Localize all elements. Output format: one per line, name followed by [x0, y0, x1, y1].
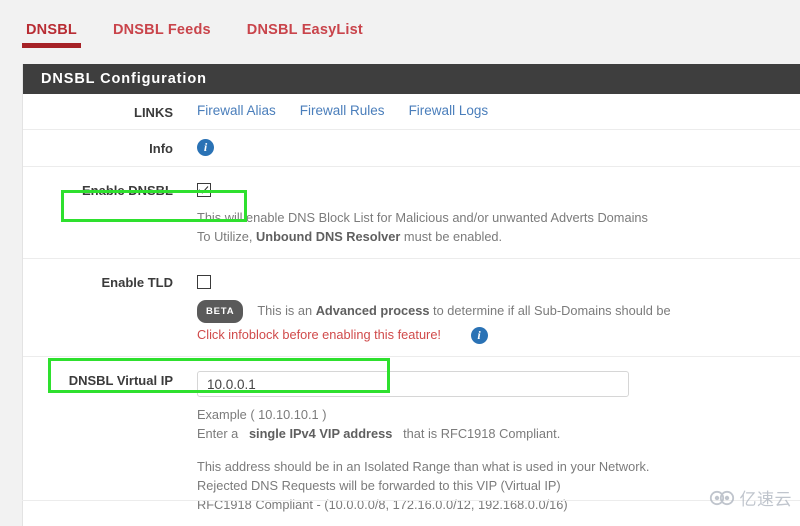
tab-list: DNSBL DNSBL Feeds DNSBL EasyList [22, 22, 399, 48]
tab-dnsbl-easylist-label: DNSBL EasyList [246, 22, 363, 38]
watermark: 亿速云 [709, 485, 793, 510]
virtual-ip-note-1-text: This address should be in an Isolated Ra… [197, 459, 650, 475]
virtual-ip-help-enter-b: single IPv4 VIP address [248, 426, 393, 442]
virtual-ip-note-1: This address should be in an Isolated Ra… [197, 457, 800, 476]
enable-dnsbl-checkbox[interactable] [197, 182, 211, 197]
enable-dnsbl-help-text-2a: To Utilize, [197, 229, 257, 244]
enable-tld-help-text-a: This is an [257, 302, 316, 318]
enable-tld-warning-text: Click infoblock before enabling this fea… [197, 327, 441, 342]
info-circle-icon[interactable]: i [197, 139, 214, 157]
link-firewall-logs[interactable]: Firewall Logs [409, 103, 489, 118]
enable-tld-checkbox[interactable] [197, 274, 211, 289]
enable-dnsbl-help-text-2c: must be enabled. [400, 229, 503, 244]
virtual-ip-help-enter: Enter a single IPv4 VIP address that is … [197, 424, 800, 443]
dnsbl-virtual-ip-input[interactable] [197, 371, 629, 398]
enable-dnsbl-help-text-2b: Unbound DNS Resolver [256, 229, 401, 244]
link-firewall-alias[interactable]: Firewall Alias [197, 103, 276, 118]
panel-header: DNSBL Configuration [23, 64, 800, 94]
link-firewall-rules[interactable]: Firewall Rules [300, 103, 385, 118]
dnsbl-virtual-ip-label: DNSBL Virtual IP [68, 373, 173, 389]
virtual-ip-note-2-text: Rejected DNS Requests will be forwarded … [197, 478, 561, 494]
row-enable-dnsbl: Enable DNSBL This will enable DNS Block … [23, 167, 800, 259]
tab-dnsbl-feeds[interactable]: DNSBL Feeds [113, 22, 211, 48]
virtual-ip-help-enter-c: that is RFC1918 Compliant. [403, 426, 561, 442]
enable-tld-label: Enable TLD [101, 275, 173, 290]
virtual-ip-help-example: Example ( 10.10.10.1 ) [197, 405, 800, 424]
enable-tld-help-text-c: to determine if all Sub-Domains should b… [429, 302, 671, 318]
enable-tld-help-line: BETA This is an Advanced process to deter… [197, 300, 800, 323]
beta-badge: BETA [197, 300, 244, 323]
info-label: Info [149, 141, 173, 156]
virtual-ip-help-example-text: Example ( 10.10.10.1 ) [197, 407, 327, 423]
links-label: LINKS [134, 105, 173, 120]
enable-tld-help-text-b: Advanced process [315, 302, 430, 318]
row-info: Info i [23, 130, 800, 167]
enable-dnsbl-label: Enable DNSBL [81, 183, 173, 198]
cloud-logo-icon [709, 490, 734, 505]
watermark-text: 亿速云 [739, 490, 792, 510]
bottom-divider [22, 500, 800, 501]
tab-dnsbl-feeds-label: DNSBL Feeds [112, 22, 211, 38]
enable-dnsbl-help-line-2: To Utilize, Unbound DNS Resolver must be… [197, 227, 800, 246]
links-group: Firewall Alias Firewall Rules Firewall L… [197, 103, 800, 118]
tab-bar: DNSBL DNSBL Feeds DNSBL EasyList [0, 0, 800, 62]
dnsbl-configuration-panel: DNSBL Configuration LINKS Firewall Alias… [22, 64, 800, 526]
enable-tld-warning-line: Click infoblock before enabling this fea… [197, 325, 800, 345]
page-title: DNSBL Configuration [41, 71, 207, 87]
virtual-ip-help-enter-a: Enter a [197, 426, 239, 442]
tab-dnsbl[interactable]: DNSBL [22, 22, 81, 48]
tab-dnsbl-label: DNSBL [26, 22, 77, 38]
info-circle-icon-tld[interactable]: i [470, 327, 488, 345]
row-links: LINKS Firewall Alias Firewall Rules Fire… [23, 94, 800, 130]
enable-dnsbl-help-text-1: This will enable DNS Block List for Mali… [197, 210, 648, 225]
row-enable-tld: Enable TLD BETA This is an Advanced proce… [23, 259, 800, 358]
enable-dnsbl-help-line-1: This will enable DNS Block List for Mali… [197, 208, 800, 227]
tab-dnsbl-easylist[interactable]: DNSBL EasyList [247, 22, 363, 48]
